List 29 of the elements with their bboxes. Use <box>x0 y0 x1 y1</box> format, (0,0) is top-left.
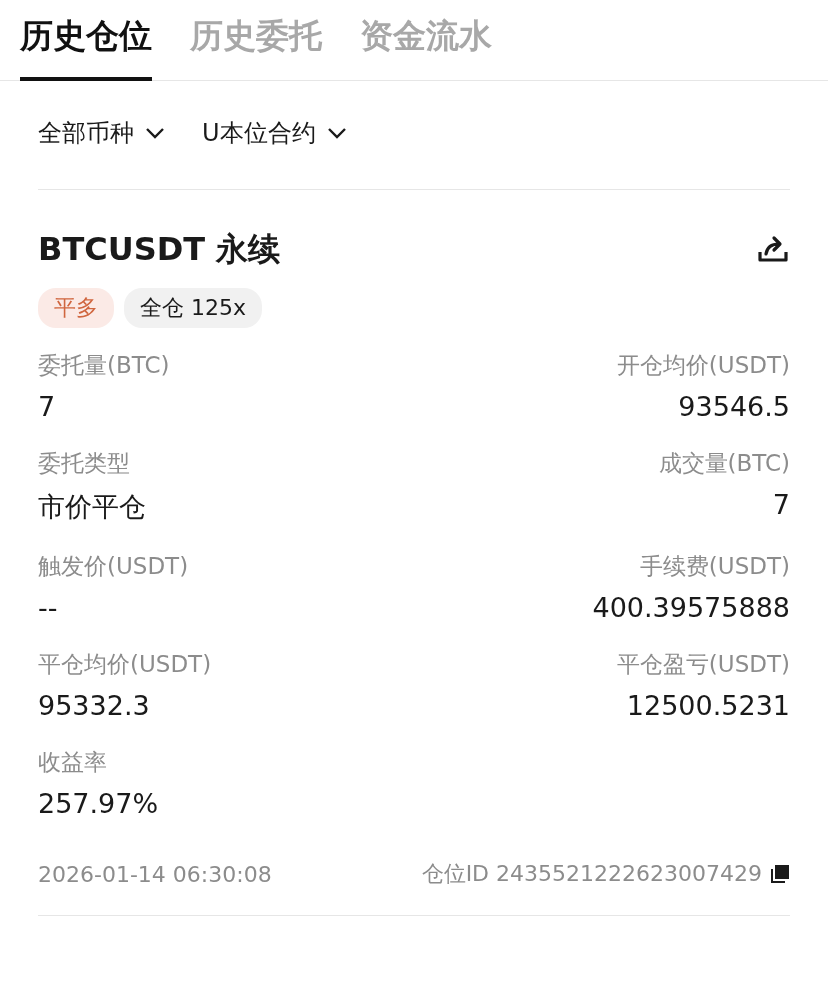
field-label: 平仓盈亏(USDT) <box>616 650 790 679</box>
field-value: 12500.5231 <box>626 690 790 721</box>
field-label: 手续费(USDT) <box>639 552 790 581</box>
position-title: BTCUSDT 永续 <box>38 229 281 270</box>
field-value: 7 <box>772 489 790 520</box>
tag: 全仓 125x <box>124 288 262 328</box>
field-value: 93546.5 <box>678 391 790 422</box>
field-label: 触发价(USDT) <box>38 552 189 581</box>
timestamp: 2026-01-14 06:30:08 <box>38 861 272 887</box>
field-value: 400.39575888 <box>592 592 790 623</box>
chevron-down-icon <box>325 126 348 140</box>
chevron-down-icon <box>144 126 166 140</box>
field-value: -- <box>38 592 58 623</box>
tab[interactable]: 历史仓位 <box>20 8 152 81</box>
field-label: 委托量(BTC) <box>38 351 170 380</box>
field-label: 平仓均价(USDT) <box>38 650 212 679</box>
field-value: 7 <box>38 391 56 422</box>
copy-icon[interactable] <box>770 864 790 884</box>
field-value: 257.97% <box>38 788 159 819</box>
field-label: 收益率 <box>38 748 107 777</box>
field-label: 委托类型 <box>38 449 130 478</box>
field-label: 开仓均价(USDT) <box>616 351 790 380</box>
field-value: 市价平仓 <box>38 490 146 524</box>
field-value: 95332.3 <box>38 690 150 721</box>
filter-dropdown[interactable]: U本位合约 <box>202 117 316 149</box>
tag: 平多 <box>38 288 114 328</box>
field-label: 成交量(BTC) <box>658 449 790 478</box>
position-id: 仓位ID 2435521222623007429 <box>421 860 762 888</box>
filter-dropdown[interactable]: 全部币种 <box>38 117 134 149</box>
